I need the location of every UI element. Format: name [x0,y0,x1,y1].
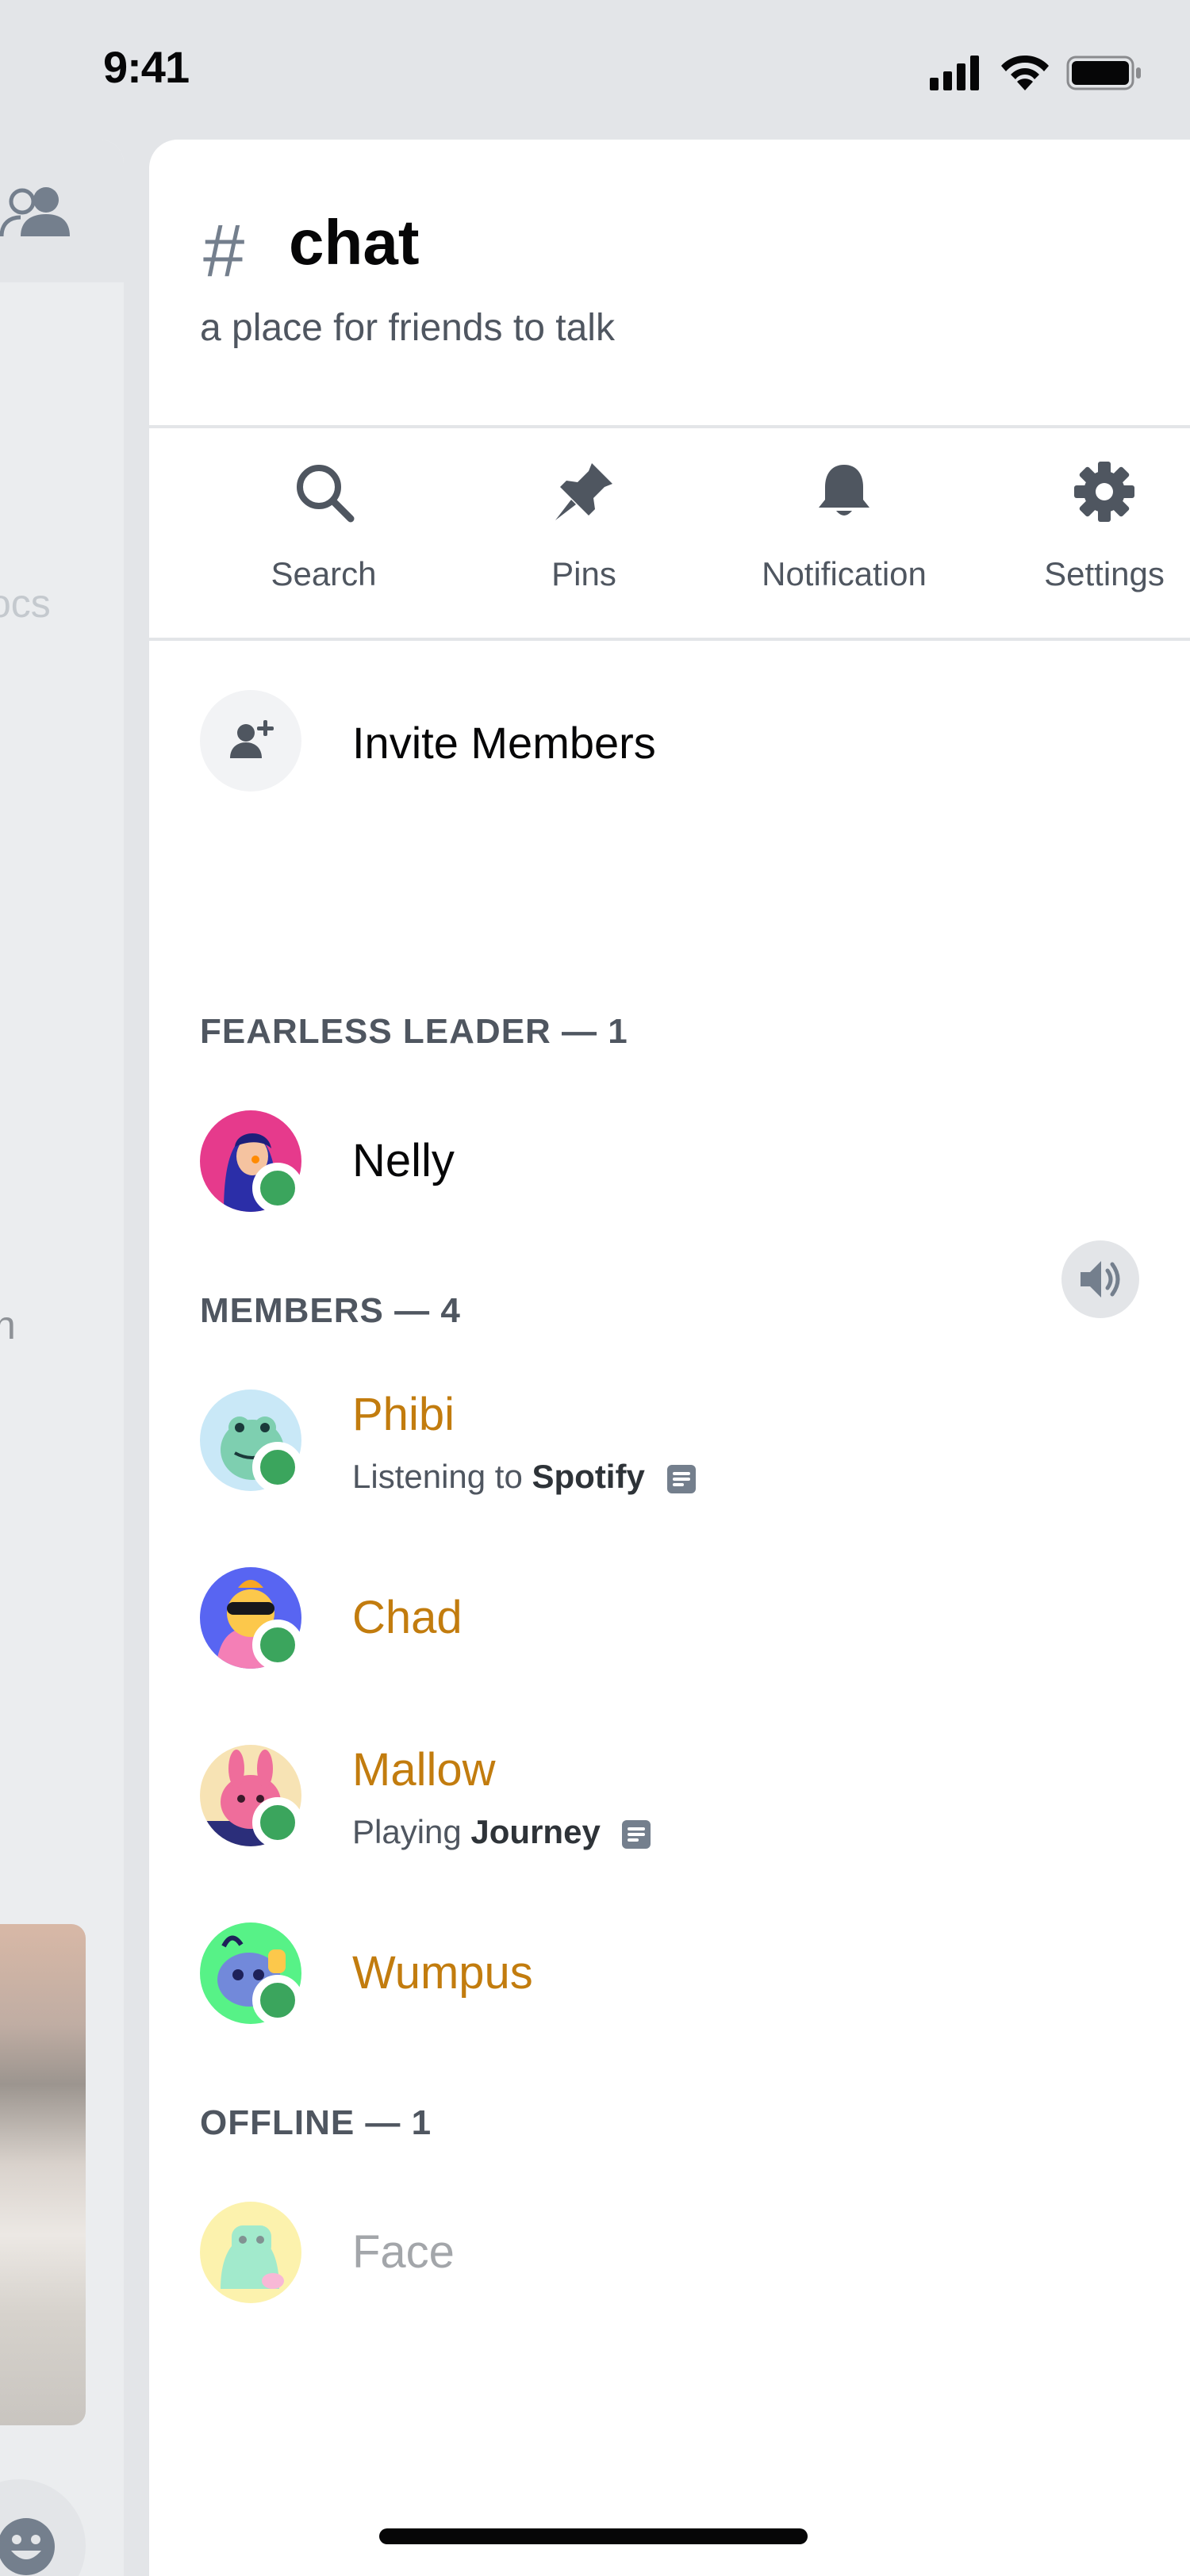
settings-label: Settings [1044,555,1165,592]
wifi-icon [1001,56,1049,90]
channel-name: chat [289,207,420,278]
member-row-chad[interactable] [200,1567,1120,1670]
battery-icon [1066,56,1141,90]
rich-presence-icon [622,1819,651,1849]
online-status-nelly [252,1163,303,1213]
member-name-chad: Chad [352,1592,463,1643]
section-header-offline: OFFLINE — 1 [200,2103,432,2142]
left-message-text: n [0,1303,16,1347]
online-status-wumpus [252,1975,303,2026]
status-icons [930,56,1141,90]
divider [149,638,1190,641]
pins-label: Pins [551,555,616,592]
pin-icon [555,463,612,520]
add-user-icon [230,720,274,758]
member-activity-phibi: Listening to Spotify [352,1458,697,1496]
home-indicator[interactable] [379,2528,808,2544]
speaker-icon [1081,1261,1120,1298]
avatar-face [200,2202,301,2303]
search-icon [297,465,355,523]
member-name-phibi: Phibi [352,1389,455,1440]
section-header-leader: FEARLESS LEADER — 1 [200,1012,628,1051]
gear-icon [1074,462,1134,522]
member-row-wumpus[interactable] [200,1922,1120,2026]
invite-members-label[interactable]: Invite Members [352,717,656,769]
divider [149,425,1190,428]
member-name-wumpus: Wumpus [352,1947,533,1999]
online-status-mallow [252,1797,303,1848]
channel-topic: a place for friends to talk [200,307,615,349]
member-row-face[interactable] [200,2202,1120,2305]
left-panel: ocs n [0,140,124,2576]
member-name-nelly: Nelly [352,1135,455,1186]
left-image-attachment[interactable] [0,1924,86,2425]
members-icon[interactable] [0,179,71,243]
search-action[interactable]: Search [221,460,427,619]
member-activity-mallow: Playing Journey [352,1813,652,1851]
signal-icon [930,56,979,90]
section-header-members: MEMBERS — 4 [200,1291,461,1330]
member-panel: # chat a place for friends to talk Searc… [149,140,1190,2576]
member-row-mallow[interactable] [200,1745,1120,1848]
search-label: Search [271,555,377,592]
emoji-icon [0,2518,55,2575]
activity-game: Journey [470,1813,601,1850]
left-header [0,140,124,282]
activity-prefix: Listening to [352,1458,532,1495]
pins-action[interactable]: Pins [481,460,687,619]
status-time: 9:41 [103,42,190,92]
invite-members-button[interactable] [200,690,301,792]
left-channel-text: ocs [0,581,51,626]
channel-hash-icon: # [203,209,245,292]
activity-app: Spotify [532,1458,645,1495]
bell-icon [819,465,869,516]
notification-action[interactable]: Notification [741,460,947,619]
voice-speaker-button[interactable] [1061,1240,1139,1318]
settings-action[interactable]: Settings [1001,460,1190,619]
member-name-face: Face [352,2226,455,2278]
member-row-nelly[interactable] [200,1110,1120,1213]
activity-prefix: Playing [352,1813,471,1850]
online-status-chad [252,1620,303,1670]
member-name-mallow: Mallow [352,1744,496,1796]
notification-label: Notification [762,555,927,592]
rich-presence-icon [666,1464,696,1493]
online-status-phibi [252,1442,303,1493]
